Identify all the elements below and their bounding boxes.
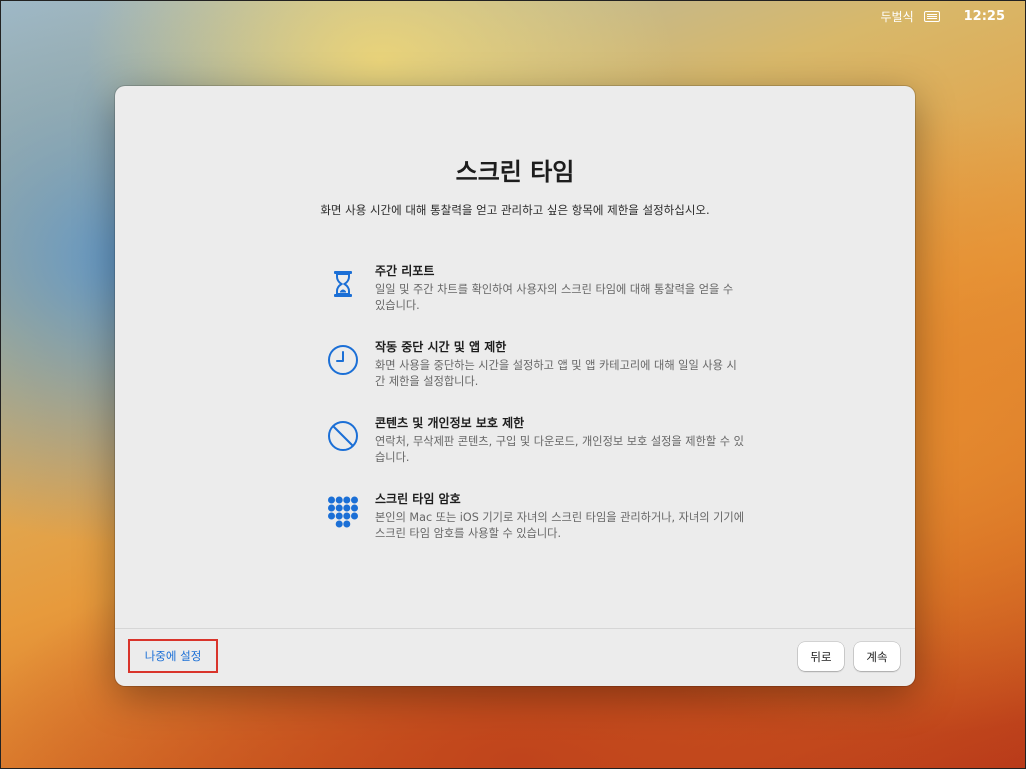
screen-time-dialog: 스크린 타임 화면 사용 시간에 대해 통찰력을 얻고 관리하고 싶은 항목에 … [115,86,915,686]
feature-content-privacy: 콘텐츠 및 개인정보 보호 제한 연락처, 무삭제판 콘텐츠, 구입 및 다운로… [325,414,745,490]
feature-weekly-report: 주간 리포트 일일 및 주간 차트를 확인하여 사용자의 스크린 타임에 대해 … [325,262,745,338]
hourglass-icon [325,266,361,302]
prohibited-icon [325,418,361,454]
feature-list: 주간 리포트 일일 및 주간 차트를 확인하여 사용자의 스크린 타임에 대해 … [325,262,745,566]
menu-bar-clock[interactable]: 12:25 [964,9,1005,24]
menu-bar: 두벌식 12:25 [880,1,1025,31]
set-up-later-button[interactable]: 나중에 설정 [128,639,218,673]
input-source-label[interactable]: 두벌식 [880,8,913,25]
feature-title: 스크린 타임 암호 [375,492,461,506]
continue-button[interactable]: 계속 [854,642,900,671]
keypad-icon [325,494,361,530]
feature-screen-time-passcode: 스크린 타임 암호 본인의 Mac 또는 iOS 기기로 자녀의 스크린 타임을… [325,490,745,566]
page-subtitle: 화면 사용 시간에 대해 통찰력을 얻고 관리하고 싶은 항목에 제한을 설정하… [320,203,710,217]
feature-description: 화면 사용을 중단하는 시간을 설정하고 앱 및 앱 카테고리에 대해 일일 사… [375,359,737,388]
page-title: 스크린 타임 [455,158,575,186]
footer-divider [115,628,915,629]
keyboard-icon[interactable] [923,10,940,22]
feature-downtime-app-limits: 작동 중단 시간 및 앱 제한 화면 사용을 중단하는 시간을 설정하고 앱 및… [325,338,745,414]
feature-description: 본인의 Mac 또는 iOS 기기로 자녀의 스크린 타임을 관리하거나, 자녀… [375,511,744,540]
feature-description: 연락처, 무삭제판 콘텐츠, 구입 및 다운로드, 개인정보 보호 설정을 제한… [375,435,744,464]
feature-title: 작동 중단 시간 및 앱 제한 [375,340,507,354]
clock-icon [325,342,361,378]
feature-title: 콘텐츠 및 개인정보 보호 제한 [375,416,525,430]
feature-description: 일일 및 주간 차트를 확인하여 사용자의 스크린 타임에 대해 통찰력을 얻을… [375,283,734,312]
back-button[interactable]: 뒤로 [798,642,844,671]
feature-title: 주간 리포트 [375,264,435,278]
